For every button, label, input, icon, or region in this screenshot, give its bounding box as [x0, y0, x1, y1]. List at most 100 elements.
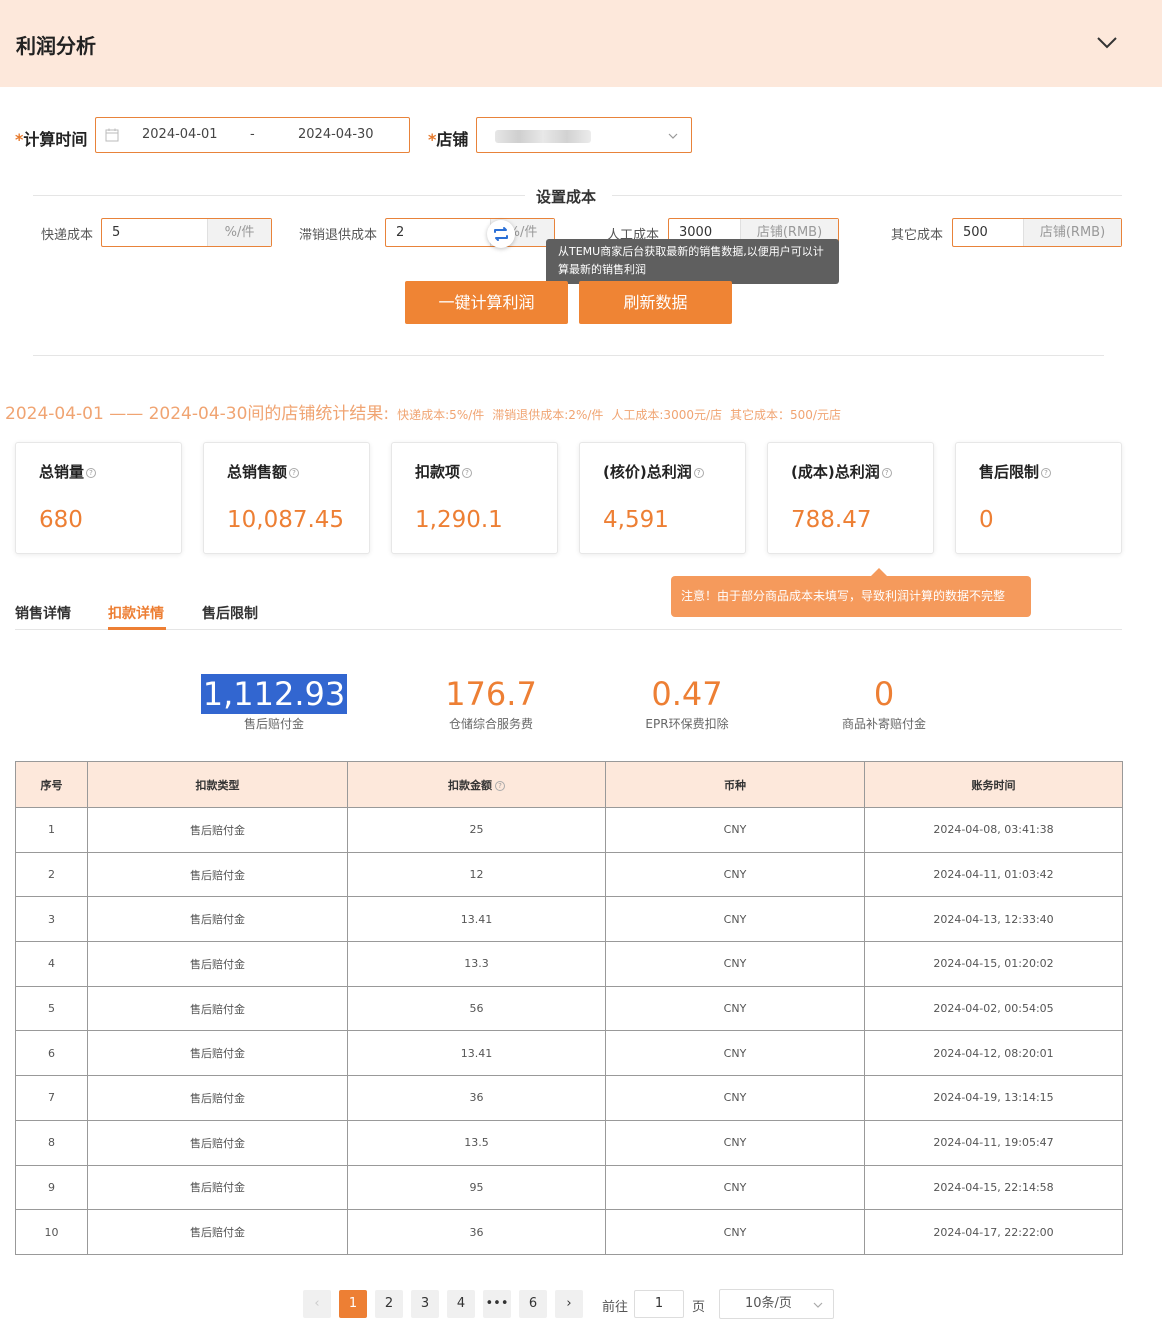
date-end[interactable]: 2024-04-30 — [298, 127, 374, 142]
table-cell: 36 — [347, 1075, 606, 1121]
table-cell: 2 — [15, 851, 88, 898]
date-start[interactable]: 2024-04-01 — [142, 127, 218, 142]
table-row: 8 售后赔付金 13.5 CNY 2024-04-11, 19:05:47 — [15, 1119, 1123, 1166]
stat-storage-fee: 176.7 仓储综合服务费 — [445, 675, 537, 731]
card-aftersale-limit: 售后限制? 0 — [955, 442, 1122, 554]
date-separator: - — [250, 127, 255, 142]
shop-label: *店铺 — [428, 130, 469, 149]
page-size-select[interactable]: 10条/页 — [719, 1289, 834, 1319]
table-cell: CNY — [605, 1030, 865, 1077]
calculate-profit-button[interactable]: 一键计算利润 — [405, 281, 568, 324]
table-cell: CNY — [605, 941, 865, 987]
table-cell: 2024-04-11, 19:05:47 — [864, 1119, 1123, 1166]
table-cell: 售后赔付金 — [87, 1209, 348, 1255]
stat-resend-compensation: 0 商品补寄赔付金 — [841, 675, 926, 731]
table-row: 6 售后赔付金 13.41 CNY 2024-04-12, 08:20:01 — [15, 1030, 1123, 1077]
chevron-down-icon — [813, 1302, 823, 1308]
sync-icon[interactable] — [487, 220, 515, 248]
table-row: 10 售后赔付金 36 CNY 2024-04-17, 22:22:00 — [15, 1209, 1123, 1255]
table-cell: 2024-04-08, 03:41:38 — [864, 807, 1123, 853]
unsold-cost-label: 滞销退供成本 — [299, 228, 378, 243]
column-header: 扣款金额? — [347, 761, 606, 808]
table-row: 4 售后赔付金 13.3 CNY 2024-04-15, 01:20:02 — [15, 941, 1123, 987]
page-button[interactable]: 4 — [447, 1290, 475, 1318]
help-icon[interactable]: ? — [693, 468, 704, 478]
table-row: 1 售后赔付金 25 CNY 2024-04-08, 03:41:38 — [15, 807, 1123, 853]
table-cell: 售后赔付金 — [87, 807, 348, 853]
table-cell: 56 — [347, 985, 606, 1032]
next-page-button[interactable]: › — [555, 1290, 583, 1318]
page-button[interactable]: 3 — [411, 1290, 439, 1318]
unsold-cost-input[interactable]: 2 %/件 — [385, 218, 555, 247]
table-cell: 售后赔付金 — [87, 985, 348, 1032]
table-cell: 7 — [15, 1075, 88, 1121]
page-button[interactable]: 6 — [519, 1290, 547, 1318]
page-button[interactable]: 2 — [375, 1290, 403, 1318]
table-cell: CNY — [605, 1164, 865, 1211]
page-button[interactable]: 1 — [339, 1290, 367, 1318]
column-header: 序号 — [15, 761, 88, 808]
column-header: 账务时间 — [864, 761, 1123, 808]
table-cell: 售后赔付金 — [87, 1030, 348, 1077]
table-cell: 13.41 — [347, 896, 606, 943]
table-cell: CNY — [605, 1209, 865, 1255]
page-title: 利润分析 — [16, 34, 96, 58]
table-cell: 8 — [15, 1119, 88, 1166]
table-cell: CNY — [605, 1075, 865, 1121]
time-label: *计算时间 — [15, 130, 88, 149]
help-icon[interactable]: ? — [881, 468, 892, 478]
table-row: 3 售后赔付金 13.41 CNY 2024-04-13, 12:33:40 — [15, 896, 1123, 943]
tab-deduction-detail[interactable]: 扣款详情 — [108, 603, 164, 623]
divider — [33, 355, 1104, 356]
table-cell: 3 — [15, 896, 88, 943]
table-cell: 95 — [347, 1164, 606, 1211]
table-cell: 36 — [347, 1209, 606, 1255]
summary-line: 2024-04-01 —— 2024-04-30间的店铺统计结果: 快递成本:5%… — [5, 404, 841, 424]
table-cell: 2024-04-11, 01:03:42 — [864, 851, 1123, 898]
table-cell: 售后赔付金 — [87, 941, 348, 987]
card-price-profit: (核价)总利润? 4,591 — [579, 442, 746, 554]
help-icon[interactable]: ? — [289, 468, 300, 478]
chevron-down-icon[interactable] — [1096, 34, 1118, 50]
other-cost-label: 其它成本 — [891, 228, 944, 243]
other-cost-input[interactable]: 500 店铺(RMB) — [952, 218, 1122, 247]
table-cell: 售后赔付金 — [87, 851, 348, 898]
table-cell: 2024-04-15, 01:20:02 — [864, 941, 1123, 987]
express-cost-input[interactable]: 5 %/件 — [101, 218, 272, 247]
shop-select[interactable] — [476, 117, 692, 153]
column-header: 扣款类型 — [87, 761, 348, 808]
divider — [612, 195, 1122, 196]
help-icon[interactable]: ? — [86, 468, 97, 478]
table-cell: CNY — [605, 985, 865, 1032]
table-cell: 售后赔付金 — [87, 1119, 348, 1166]
calendar-icon — [105, 128, 119, 142]
tab-divider — [15, 629, 1122, 630]
table-cell: 13.41 — [347, 1030, 606, 1077]
more-pages-button[interactable]: ••• — [483, 1290, 511, 1318]
goto-page-input[interactable]: 1 — [634, 1290, 684, 1318]
active-tab-indicator — [108, 627, 166, 630]
table-cell: 售后赔付金 — [87, 896, 348, 943]
blurred-shop-name — [495, 130, 591, 143]
card-total-sales-amount: 总销售额? 10,087.45 — [203, 442, 370, 554]
prev-page-button[interactable]: ‹ — [303, 1290, 331, 1318]
help-icon[interactable]: ? — [1041, 468, 1052, 478]
table-cell: 2024-04-13, 12:33:40 — [864, 896, 1123, 943]
tab-aftersale-limit[interactable]: 售后限制 — [202, 603, 258, 623]
date-range-picker[interactable]: 2024-04-01 - 2024-04-30 — [95, 117, 410, 153]
help-icon[interactable]: ? — [462, 468, 473, 478]
table-cell: 13.5 — [347, 1119, 606, 1166]
stat-aftersale-compensation: 1,112.93 售后赔付金 — [200, 674, 348, 731]
table-row: 9 售后赔付金 95 CNY 2024-04-15, 22:14:58 — [15, 1164, 1123, 1211]
help-icon[interactable]: ? — [495, 780, 505, 791]
table-cell: 1 — [15, 807, 88, 853]
table-cell: 4 — [15, 941, 88, 987]
table-row: 7 售后赔付金 36 CNY 2024-04-19, 13:14:15 — [15, 1075, 1123, 1121]
table-cell: CNY — [605, 1119, 865, 1166]
refresh-data-button[interactable]: 刷新数据 — [579, 281, 732, 324]
table-row: 5 售后赔付金 56 CNY 2024-04-02, 00:54:05 — [15, 985, 1123, 1032]
tab-sales-detail[interactable]: 销售详情 — [15, 603, 71, 623]
table-cell: CNY — [605, 851, 865, 898]
refresh-tooltip: 从TEMU商家后台获取最新的销售数据,以便用户可以计算最新的销售利润 — [546, 239, 839, 289]
table-cell: 6 — [15, 1030, 88, 1077]
